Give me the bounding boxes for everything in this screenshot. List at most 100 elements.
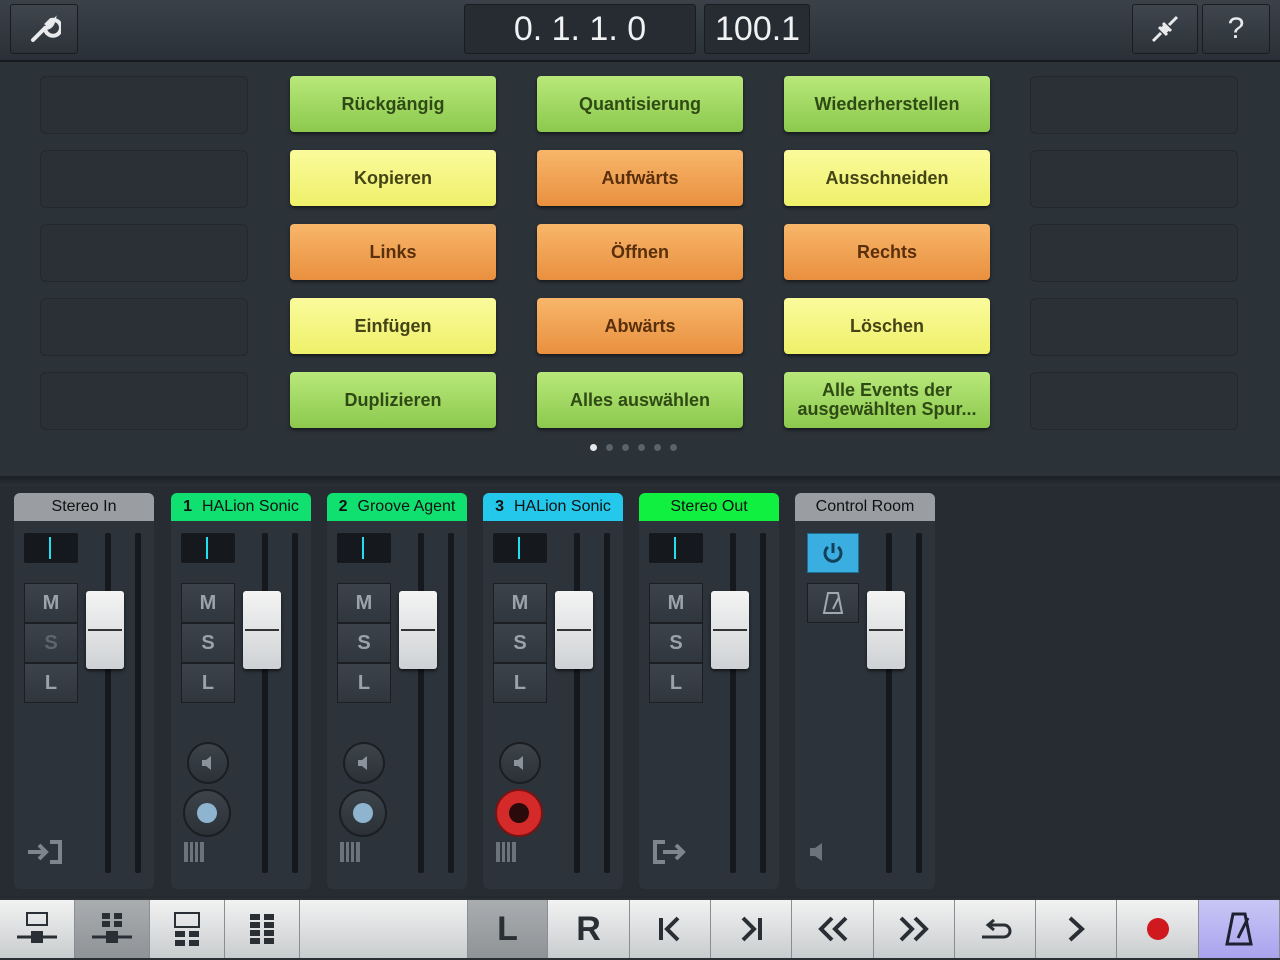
listen-button[interactable]: L (493, 663, 547, 703)
record-button[interactable] (1117, 900, 1199, 958)
page-dot[interactable] (638, 444, 645, 451)
macro-panel: Rückgängig Quantisierung Wiederherstelle… (0, 62, 1280, 476)
empty-slot[interactable] (1030, 76, 1238, 134)
solo-button[interactable]: S (181, 623, 235, 663)
macro-button-down[interactable]: Abwärts (537, 298, 743, 354)
macro-button-paste[interactable]: Einfügen (290, 298, 496, 354)
mixer: Stereo In M S L 1 HALion Sonic M S L 2 G… (0, 486, 1280, 896)
macro-button-duplicate[interactable]: Duplizieren (290, 372, 496, 428)
macro-button-left[interactable]: Links (290, 224, 496, 280)
layout-pads-button[interactable] (225, 900, 300, 958)
empty-slot[interactable] (40, 224, 248, 282)
connection-button[interactable] (1132, 4, 1198, 54)
channel-header[interactable]: 1 HALion Sonic (171, 493, 311, 521)
macro-button-select-track-events[interactable]: Alle Events der ausgewählten Spur... (784, 372, 990, 428)
mute-button[interactable]: M (337, 583, 391, 623)
monitor-button[interactable] (343, 742, 385, 784)
page-dot-active[interactable] (590, 444, 597, 451)
solo-button[interactable]: S (493, 623, 547, 663)
metronome-button[interactable] (1199, 900, 1280, 958)
solo-button[interactable]: S (649, 623, 703, 663)
piano-icon (183, 841, 205, 863)
volume-fader[interactable] (867, 591, 905, 669)
empty-slot[interactable] (1030, 150, 1238, 208)
listen-button[interactable]: L (649, 663, 703, 703)
volume-fader[interactable] (711, 591, 749, 669)
solo-button[interactable]: S (24, 623, 78, 663)
record-enable-button[interactable] (339, 789, 387, 837)
layout-mixer-button[interactable] (75, 900, 150, 958)
mute-button[interactable]: M (181, 583, 235, 623)
fader-track[interactable] (886, 533, 892, 873)
macro-button-up[interactable]: Aufwärts (537, 150, 743, 206)
macro-button-open[interactable]: Öffnen (537, 224, 743, 280)
macro-button-cut[interactable]: Ausschneiden (784, 150, 990, 206)
layout-split-button[interactable] (150, 900, 225, 958)
macro-button-select-all[interactable]: Alles auswählen (537, 372, 743, 428)
empty-slot[interactable] (40, 150, 248, 208)
fader-track[interactable] (730, 533, 736, 873)
rewind-button[interactable] (792, 900, 874, 958)
channel-header[interactable]: Stereo Out (639, 493, 779, 521)
settings-button[interactable] (10, 4, 78, 54)
record-enable-button-active[interactable] (495, 789, 543, 837)
channel-header[interactable]: 3 HALion Sonic (483, 493, 623, 521)
macro-button-delete[interactable]: Löschen (784, 298, 990, 354)
macro-button-quantize[interactable]: Quantisierung (537, 76, 743, 132)
channel-header[interactable]: Control Room (795, 493, 935, 521)
forward-button[interactable] (874, 900, 955, 958)
empty-slot[interactable] (40, 298, 248, 356)
cycle-button[interactable] (955, 900, 1036, 958)
empty-slot[interactable] (1030, 224, 1238, 282)
solo-button[interactable]: S (337, 623, 391, 663)
page-dot[interactable] (670, 444, 677, 451)
record-enable-button[interactable] (183, 789, 231, 837)
top-toolbar: 0. 1. 1. 0 100.1 ? (0, 0, 1280, 62)
layout-arrange-icon (15, 911, 59, 947)
page-dot[interactable] (622, 444, 629, 451)
mute-button[interactable]: M (649, 583, 703, 623)
volume-fader[interactable] (555, 591, 593, 669)
layout-arrange-button[interactable] (0, 900, 75, 958)
fader-track[interactable] (105, 533, 111, 873)
macro-button-right[interactable]: Rechts (784, 224, 990, 280)
macro-button-redo[interactable]: Wiederherstellen (784, 76, 990, 132)
panel-divider[interactable] (0, 476, 1280, 486)
empty-slot[interactable] (40, 372, 248, 430)
go-to-start-button[interactable] (630, 900, 711, 958)
play-button[interactable] (1036, 900, 1117, 958)
metronome-click-button[interactable] (807, 583, 859, 623)
fader-track[interactable] (418, 533, 424, 873)
fader-track[interactable] (262, 533, 268, 873)
page-dot[interactable] (606, 444, 613, 451)
empty-slot[interactable] (40, 76, 248, 134)
macro-button-copy[interactable]: Kopieren (290, 150, 496, 206)
peak-meter (760, 533, 766, 873)
monitor-button[interactable] (499, 742, 541, 784)
macro-button-undo[interactable]: Rückgängig (290, 76, 496, 132)
right-locator-button[interactable]: R (548, 900, 630, 958)
volume-fader[interactable] (86, 591, 124, 669)
mute-button[interactable]: M (493, 583, 547, 623)
mute-button[interactable]: M (24, 583, 78, 623)
listen-button[interactable]: L (24, 663, 78, 703)
page-dot[interactable] (654, 444, 661, 451)
fader-track[interactable] (574, 533, 580, 873)
listen-button[interactable]: L (337, 663, 391, 703)
help-button[interactable]: ? (1202, 4, 1270, 54)
empty-slot[interactable] (1030, 372, 1238, 430)
go-to-end-button[interactable] (711, 900, 792, 958)
empty-slot[interactable] (1030, 298, 1238, 356)
channel-header[interactable]: 2 Groove Agent (327, 493, 467, 521)
listen-button[interactable]: L (181, 663, 235, 703)
speaker-icon (807, 841, 829, 863)
position-display[interactable]: 0. 1. 1. 0 (464, 4, 696, 54)
monitor-button[interactable] (187, 742, 229, 784)
control-room-power-button[interactable] (807, 533, 859, 573)
tempo-display[interactable]: 100.1 (704, 4, 810, 54)
page-indicator[interactable] (590, 444, 677, 451)
volume-fader[interactable] (399, 591, 437, 669)
channel-header[interactable]: Stereo In (14, 493, 154, 521)
left-locator-button[interactable]: L (468, 900, 548, 958)
volume-fader[interactable] (243, 591, 281, 669)
